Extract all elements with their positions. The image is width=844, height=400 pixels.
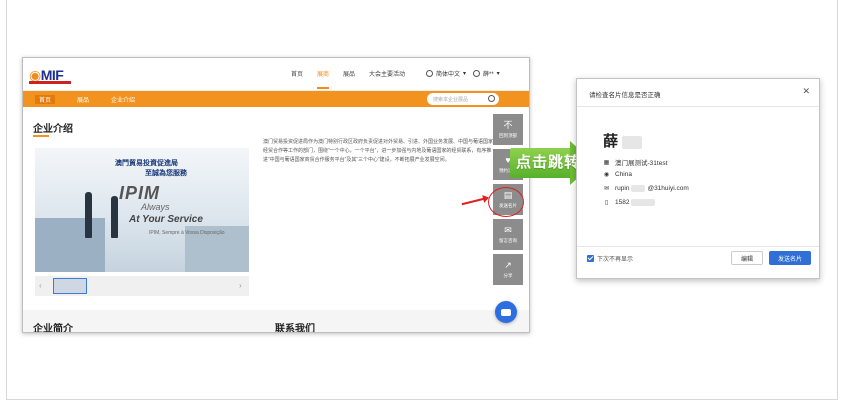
- highlight-circle: [488, 187, 524, 217]
- card-phone-row: ▯ 1582: [603, 199, 656, 206]
- person-silhouette: [85, 192, 92, 238]
- message-icon: ✉: [504, 224, 512, 235]
- phone-icon: ▯: [604, 200, 609, 206]
- red-pointer-arrow: [461, 197, 488, 205]
- close-icon[interactable]: ✕: [802, 86, 810, 97]
- redacted-block: [622, 135, 643, 149]
- card-country-row: ◉ China: [603, 171, 632, 178]
- mail-icon: ✉: [603, 186, 610, 192]
- chevron-down-icon: ▾: [496, 71, 500, 77]
- tool-label: 留言咨询: [499, 237, 517, 243]
- bottom-sections: 企业简介 联系我们: [23, 310, 529, 333]
- send-card-confirm-button[interactable]: 发送名片: [769, 251, 811, 265]
- chevron-left-icon[interactable]: ‹: [39, 281, 42, 290]
- callout-label: 点击跳转: [516, 154, 581, 171]
- card-email-suffix: @31huiyi.com: [647, 185, 689, 192]
- chevron-down-icon: ▾: [463, 71, 467, 77]
- top-nav: 首页 展商 展品 大会主要活动: [291, 69, 405, 89]
- dialog-title: 请检查名片信息是否正确: [589, 92, 661, 99]
- redacted-block: [631, 199, 656, 206]
- top-nav-events[interactable]: 大会主要活动: [369, 69, 405, 89]
- top-nav-home[interactable]: 首页: [291, 69, 303, 89]
- share-icon: ↗: [504, 259, 512, 270]
- user-icon: [473, 70, 480, 77]
- sub-nav-home[interactable]: 首页: [35, 95, 56, 104]
- banner-brand: IPIM: [119, 183, 161, 203]
- card-name: 薛: [603, 130, 643, 151]
- card-name-text: 薛: [603, 133, 619, 150]
- building-icon: ▦: [603, 159, 610, 166]
- card-email-prefix: rupin: [615, 185, 630, 192]
- company-banner-image: 澳門貿易投資促進局 至誠為您服務 IPIM Always At Your Ser…: [35, 148, 249, 272]
- banner-thumbnail[interactable]: [53, 278, 87, 294]
- redacted-block: [631, 185, 646, 192]
- sub-nav-bar: 首页 展品 企业介绍 搜索本企业展品: [23, 91, 529, 107]
- message-button[interactable]: ✉ 留言咨询: [493, 219, 523, 250]
- checkbox-checked-icon[interactable]: [587, 255, 594, 262]
- banner-tagline-2: At Your Service: [129, 214, 203, 225]
- logo-underline: [29, 81, 71, 84]
- card-email-row: ✉ rupin @31huiyi.com: [603, 185, 689, 192]
- card-company: 澳门展测试-31test: [615, 160, 668, 167]
- site-header: ◉MIF 首页 展商 展品 大会主要活动 简体中文 ▾ 薛** ▾: [23, 58, 529, 91]
- sub-nav-exhibits[interactable]: 展品: [77, 95, 89, 104]
- section-title: 企业介绍: [33, 124, 73, 135]
- dont-show-again-label: 下次不再显示: [597, 257, 634, 263]
- share-button[interactable]: ↗ 分享: [493, 254, 523, 285]
- globe-icon: [426, 70, 433, 77]
- top-nav-exhibitors[interactable]: 展商: [317, 69, 330, 89]
- tool-label: 回到顶部: [499, 132, 517, 138]
- language-selector[interactable]: 简体中文 ▾: [426, 69, 466, 78]
- edit-button[interactable]: 编辑: [731, 251, 763, 265]
- building-graphic: [35, 218, 105, 272]
- up-icon: 不: [503, 119, 513, 130]
- company-profile-heading: 企业简介: [33, 324, 73, 333]
- dont-show-again-checkbox[interactable]: 下次不再显示: [587, 254, 633, 263]
- banner-title-zh: 澳門貿易投資促進局: [115, 160, 178, 167]
- location-icon: ◉: [603, 172, 610, 178]
- card-country: China: [615, 171, 632, 178]
- search-placeholder: 搜索本企业展品: [433, 97, 469, 103]
- exhibit-search-input[interactable]: 搜索本企业展品: [427, 93, 499, 105]
- chevron-right-icon[interactable]: ›: [239, 281, 242, 290]
- tool-label: 分享: [503, 272, 513, 278]
- contact-us-heading: 联系我们: [275, 324, 315, 333]
- divider: [577, 246, 819, 247]
- company-intro-text: 澳门贸易投资促进局作为澳门特别行政区政府负责促进对外贸易、引进、外国业务发展、中…: [263, 139, 494, 163]
- card-phone-prefix: 1582: [615, 199, 630, 206]
- sub-nav: 首页 展品 企业介绍: [35, 95, 135, 104]
- user-name: 薛**: [483, 72, 494, 78]
- search-icon[interactable]: [488, 95, 495, 102]
- card-company-row: ▦ 澳门展测试-31test: [603, 157, 668, 168]
- chat-icon[interactable]: [495, 301, 517, 323]
- divider: [577, 106, 819, 107]
- card-confirm-dialog: 请检查名片信息是否正确 ✕ 薛 ▦ 澳门展测试-31test ◉ China ✉…: [576, 78, 820, 279]
- exhibitor-page-screenshot: ◉MIF 首页 展商 展品 大会主要活动 简体中文 ▾ 薛** ▾ 首页 展品 …: [22, 57, 530, 333]
- sub-nav-company[interactable]: 企业介绍: [111, 95, 135, 104]
- top-nav-exhibits[interactable]: 展品: [343, 69, 355, 89]
- banner-subtitle-zh: 至誠為您服務: [145, 170, 187, 177]
- banner-tagline-1: Always: [141, 202, 170, 212]
- language-label: 简体中文: [436, 72, 461, 78]
- user-menu[interactable]: 薛** ▾: [473, 69, 500, 78]
- person-silhouette: [111, 196, 118, 238]
- banner-thumbnails: ‹ ›: [35, 276, 249, 296]
- section-underline: [33, 135, 49, 137]
- banner-tagline-pt: IPIM, Sempre à Vossa Disposição: [149, 230, 225, 236]
